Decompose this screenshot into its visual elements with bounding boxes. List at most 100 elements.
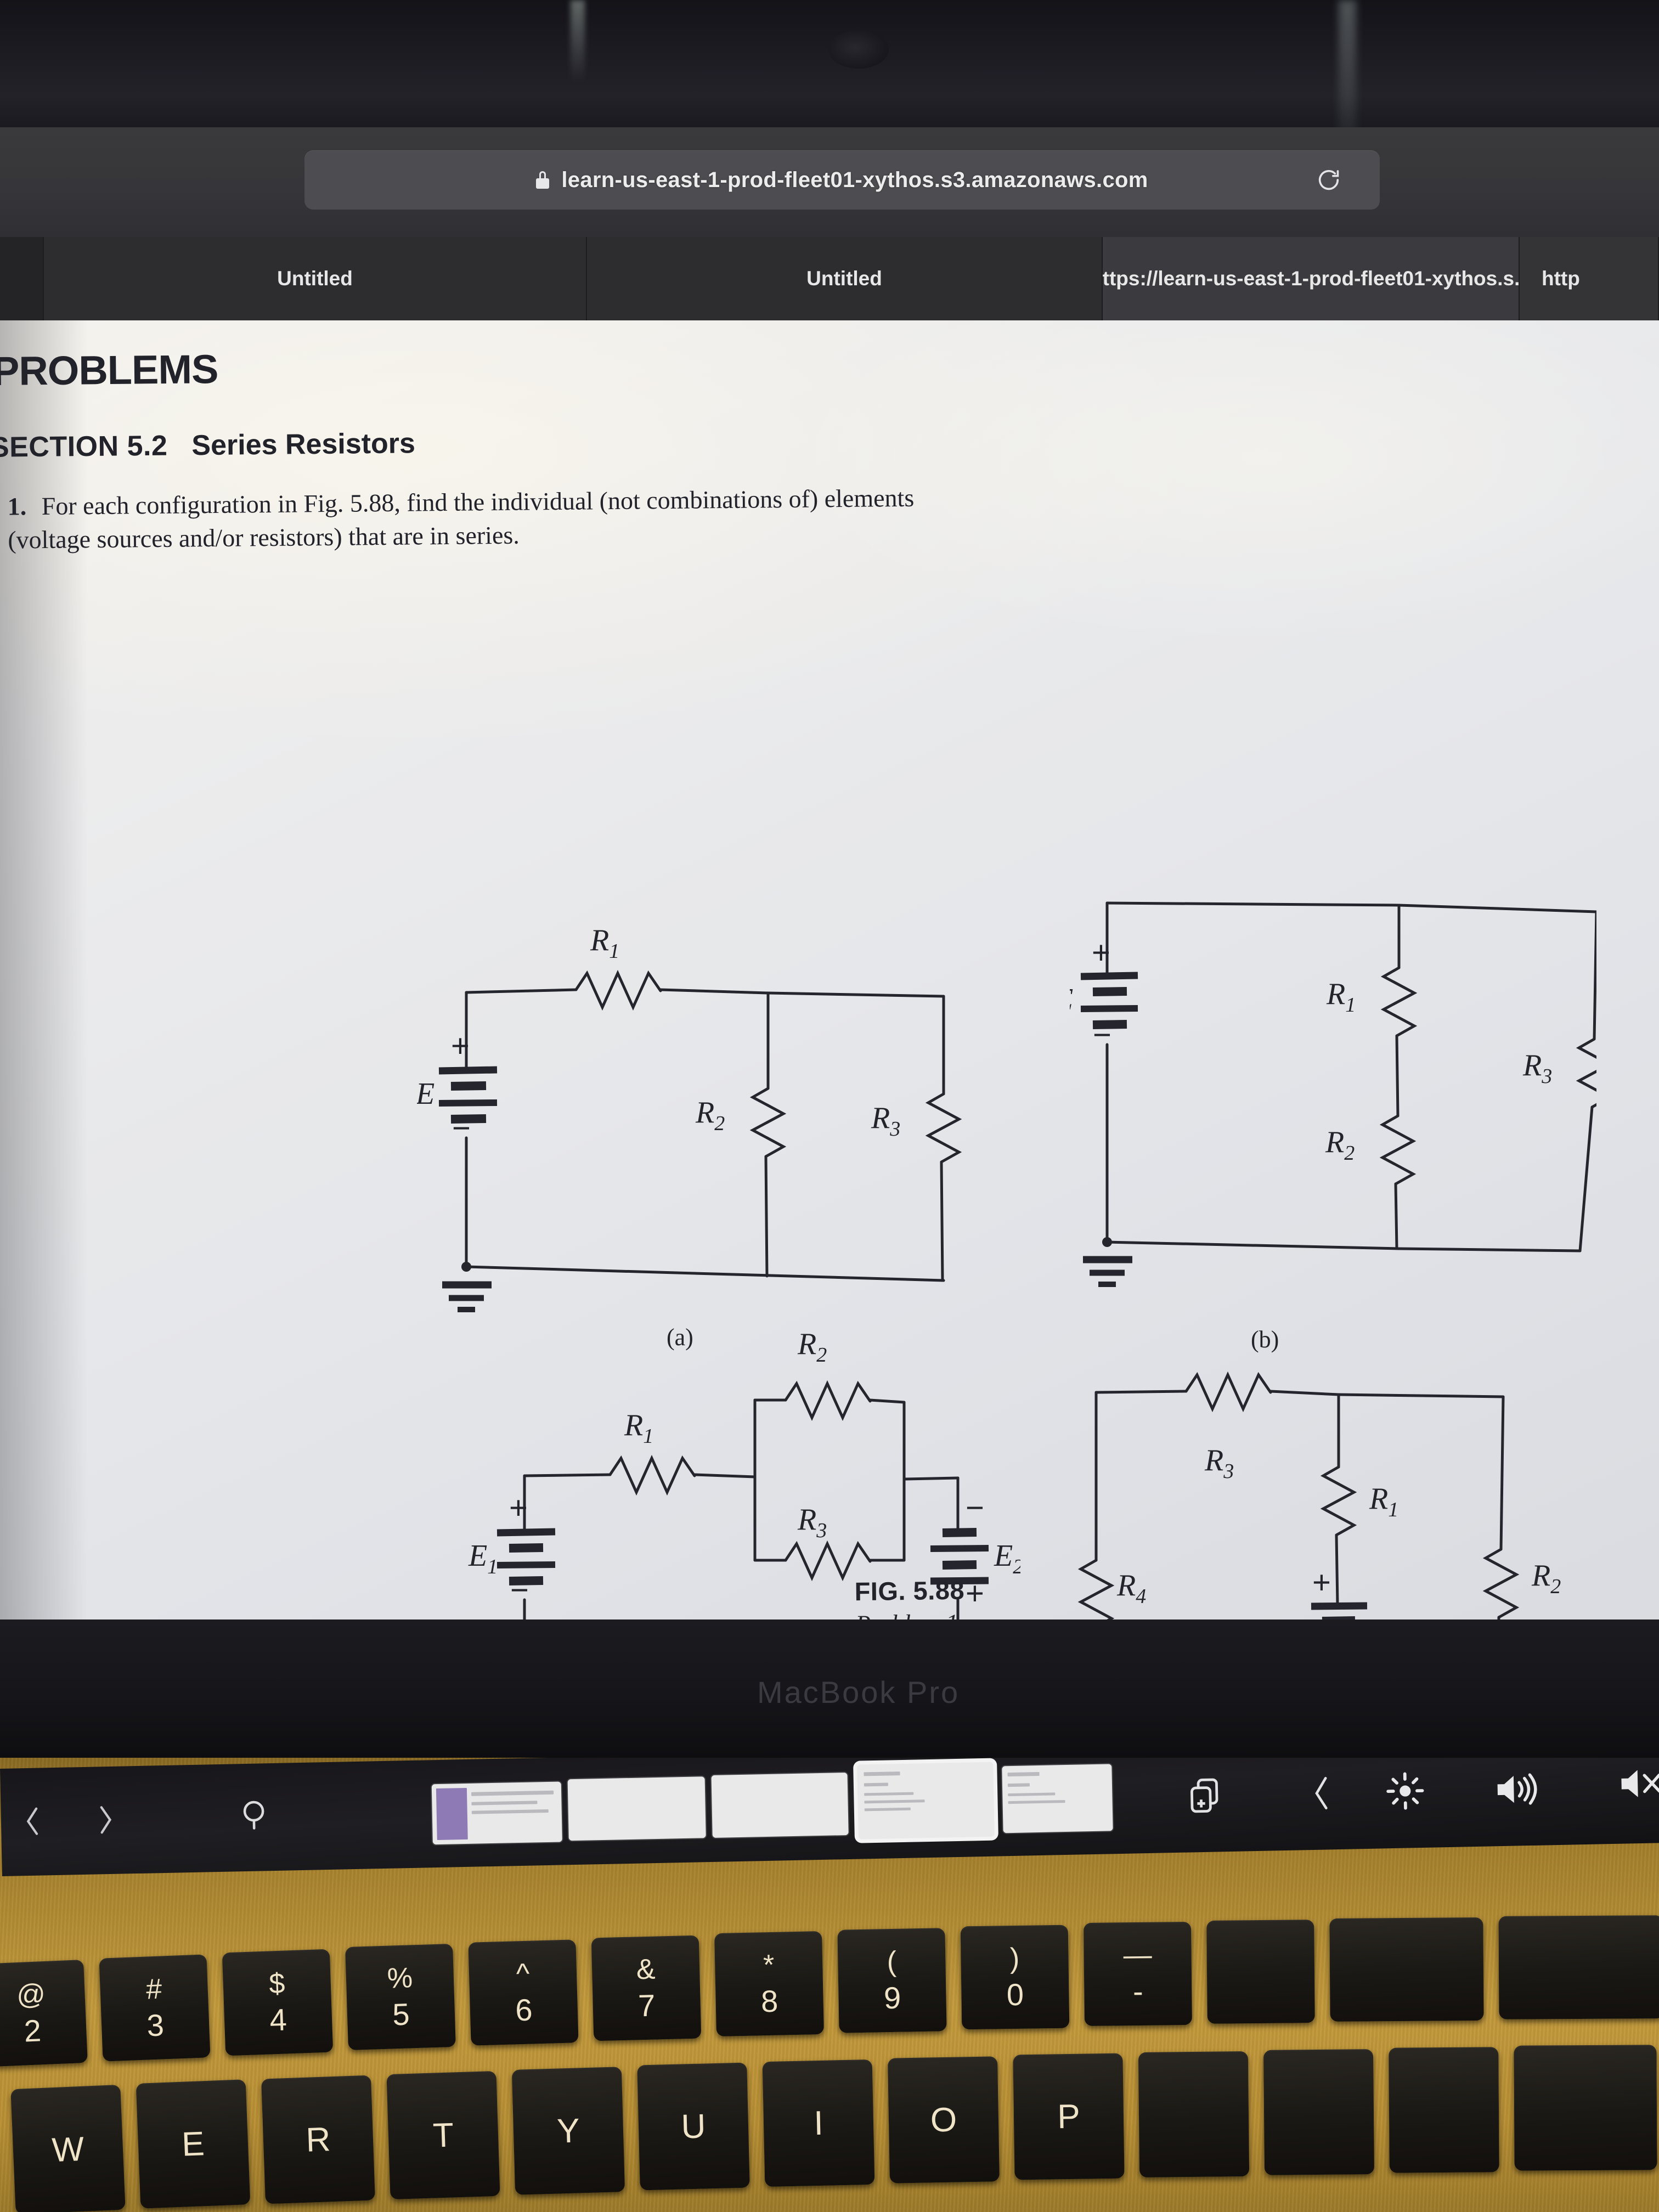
circuit-diagram-b: E + − R1 R2 R3 (b) — [1070, 880, 1596, 1353]
touchbar-window-preview[interactable] — [567, 1776, 706, 1841]
problem-number: 1. — [7, 492, 27, 521]
svg-text:R1: R1 — [1369, 1482, 1398, 1521]
key-label: 7 — [637, 1988, 656, 2023]
macbook-pro-logo: MacBook Pro — [757, 1675, 960, 1709]
svg-text:R3: R3 — [1522, 1048, 1552, 1088]
key-label: O — [930, 2101, 957, 2139]
key-delete[interactable] — [1329, 1917, 1484, 2022]
key-shift-label: # — [145, 1973, 163, 2006]
key-backslash[interactable] — [1389, 2047, 1499, 2173]
key-shift-label: & — [636, 1953, 656, 1986]
search-icon[interactable] — [240, 1797, 270, 1832]
volume-icon[interactable] — [1493, 1769, 1541, 1810]
key-8[interactable]: * 8 — [714, 1931, 824, 2037]
svg-text:R2: R2 — [1325, 1125, 1355, 1165]
key-9[interactable]: ( 9 — [837, 1928, 947, 2033]
key-T[interactable]: T — [386, 2070, 500, 2200]
tab-item[interactable] — [0, 237, 44, 320]
key-5[interactable]: % 5 — [345, 1943, 456, 2051]
key-0[interactable]: ) 0 — [960, 1925, 1070, 2030]
svg-text:−: − — [510, 1572, 529, 1608]
svg-text:R2: R2 — [1531, 1559, 1561, 1598]
svg-text:R1: R1 — [624, 1408, 653, 1448]
pdf-page: PROBLEMS SECTION 5.2 Series Resistors 1. … — [0, 320, 1659, 1620]
tab-bar: Untitled Untitled https://learn-us-east-… — [0, 237, 1659, 320]
key-equals[interactable] — [1206, 1920, 1315, 2024]
touchbar-window-preview-selected[interactable] — [857, 1762, 995, 1839]
svg-text:−: − — [1093, 1017, 1111, 1053]
key-W[interactable]: W — [10, 2084, 126, 2212]
key-U[interactable]: U — [637, 2062, 750, 2191]
key-label: E — [181, 2124, 205, 2164]
svg-text:E: E — [1070, 983, 1073, 1017]
mute-icon[interactable] — [1616, 1763, 1659, 1804]
svg-text:R1: R1 — [590, 929, 619, 963]
key-label: Y — [556, 2111, 580, 2151]
key-label: P — [1057, 2097, 1081, 2136]
webcam-icon — [828, 30, 889, 69]
key-O[interactable]: O — [888, 2056, 1000, 2183]
tab-item[interactable]: Untitled — [44, 237, 587, 320]
key-6[interactable]: ^ 6 — [468, 1939, 579, 2046]
svg-text:+: + — [1092, 935, 1110, 970]
key-extra[interactable] — [1498, 1915, 1659, 2019]
key-bracket-left[interactable] — [1138, 2051, 1250, 2178]
tab-item[interactable]: https://learn-us-east-1-prod-fleet01-xyt… — [1103, 237, 1520, 320]
touchbar-window-preview[interactable] — [1002, 1764, 1113, 1833]
tab-item[interactable]: Untitled — [587, 237, 1103, 320]
chevron-left-icon[interactable] — [19, 1804, 45, 1838]
key-7[interactable]: & 7 — [591, 1935, 702, 2041]
key-label: 5 — [392, 1996, 410, 2032]
key-4[interactable]: $ 4 — [222, 1949, 334, 2056]
key-label: 6 — [515, 1992, 533, 2028]
touchbar-window-preview[interactable] — [431, 1781, 562, 1845]
keyboard-deck: @ 2 # 3 $ 4 % 5 ^ 6 & 7 * 8 (9) 0 — - … — [0, 1758, 1659, 2212]
svg-text:R2: R2 — [695, 1096, 725, 1135]
touchbar-window-preview[interactable] — [711, 1773, 849, 1838]
circuit-diagram-c: E1 + − E2 − + R1 R2 R3 (c) — [417, 1319, 1020, 1620]
key-3[interactable]: # 3 — [99, 1954, 211, 2062]
key-2[interactable]: @ 2 — [0, 1959, 88, 2068]
key-label: U — [680, 2107, 707, 2146]
key-label: I — [813, 2104, 824, 2142]
svg-text:+: + — [509, 1490, 528, 1526]
new-tab-icon[interactable] — [1188, 1775, 1222, 1816]
svg-text:−: − — [452, 1110, 471, 1146]
address-bar[interactable]: learn-us-east-1-prod-fleet01-xythos.s3.a… — [304, 150, 1380, 210]
figure-caption: FIG. 5.88 Problem 1. — [854, 1575, 965, 1620]
tab-item[interactable]: http — [1520, 237, 1659, 320]
browser-toolbar: learn-us-east-1-prod-fleet01-xythos.s3.a… — [0, 127, 1659, 237]
key-label: - — [1132, 1973, 1143, 2009]
key-label: 2 — [23, 2013, 42, 2049]
touch-bar[interactable] — [0, 1758, 1659, 1876]
svg-text:+: + — [966, 1576, 984, 1611]
key-shift-label: — — [1123, 1939, 1152, 1972]
key-label: 8 — [760, 1983, 778, 2019]
svg-text:R1: R1 — [1326, 977, 1356, 1017]
reload-icon[interactable] — [1316, 167, 1341, 193]
key-Y[interactable]: Y — [511, 2067, 625, 2195]
subfigure-label-b: (b) — [1251, 1326, 1279, 1353]
key-label: 0 — [1006, 1977, 1024, 2012]
chevron-right-icon[interactable] — [93, 1803, 119, 1837]
key-minus[interactable]: — - — [1084, 1921, 1192, 2027]
section-heading: SECTION 5.2 Series Resistors — [0, 427, 415, 464]
svg-text:+: + — [451, 1028, 470, 1064]
page-title: PROBLEMS — [0, 346, 218, 394]
key-E[interactable]: E — [136, 2079, 251, 2209]
laptop-top-bezel — [0, 0, 1659, 165]
brightness-icon[interactable] — [1385, 1770, 1426, 1812]
key-label: R — [305, 2120, 331, 2159]
key-bracket-right[interactable] — [1263, 2049, 1374, 2175]
key-shift-label: @ — [15, 1978, 47, 2012]
svg-text:R3: R3 — [1204, 1443, 1234, 1483]
lock-icon — [536, 171, 550, 189]
key-I[interactable]: I — [762, 2059, 875, 2187]
key-shift-label: ^ — [516, 1957, 531, 1990]
key-P[interactable]: P — [1013, 2053, 1125, 2180]
key-R[interactable]: R — [261, 2075, 375, 2204]
svg-text:R4: R4 — [1116, 1568, 1146, 1608]
svg-text:−: − — [966, 1490, 984, 1526]
key-extra-2[interactable] — [1514, 2045, 1657, 2171]
expand-left-icon[interactable] — [1310, 1773, 1333, 1814]
